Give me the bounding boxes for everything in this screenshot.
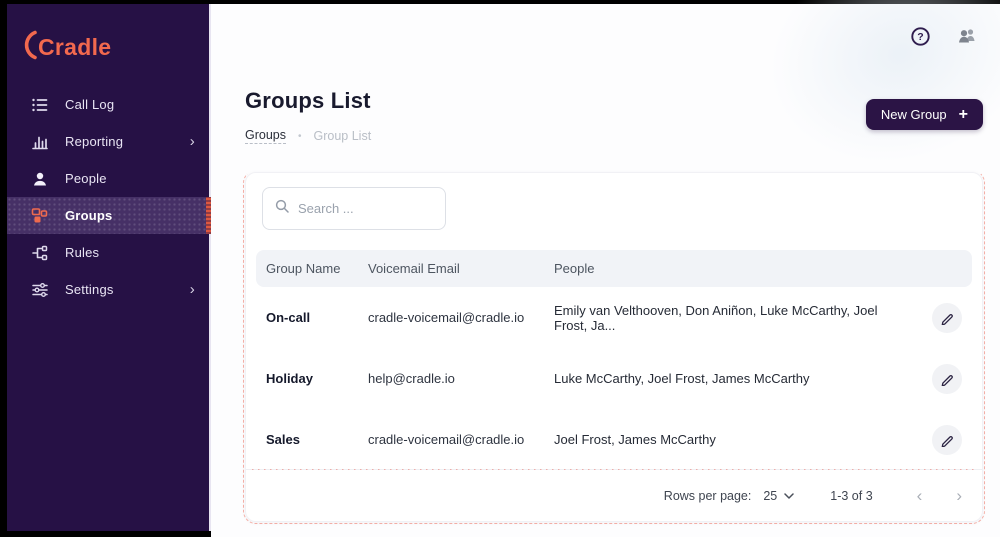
- next-page-button[interactable]: ›: [954, 487, 964, 504]
- table-row: On-call cradle-voicemail@cradle.io Emily…: [256, 287, 972, 348]
- rows-per-page-label: Rows per page:: [664, 489, 752, 503]
- sidebar-item-label: People: [65, 171, 107, 186]
- sidebar-item-label: Settings: [65, 282, 114, 297]
- groups-icon: [30, 206, 49, 225]
- breadcrumb-group-list: Group List: [314, 129, 372, 143]
- sidebar-item-people[interactable]: People: [7, 160, 209, 197]
- rows-per-page-select[interactable]: 25: [763, 489, 794, 503]
- column-header-group-name: Group Name: [266, 261, 354, 276]
- groups-card: Group Name Voicemail Email People On-cal…: [245, 172, 983, 522]
- pagination-bar: Rows per page: 25 1-3 of 3 ‹ ›: [246, 469, 982, 521]
- table-row: Holiday help@cradle.io Luke McCarthy, Jo…: [256, 348, 972, 409]
- pencil-icon: [940, 433, 954, 447]
- column-header-people: People: [554, 261, 908, 276]
- voicemail-email: help@cradle.io: [368, 371, 540, 386]
- sidebar-item-label: Rules: [65, 245, 99, 260]
- page-head: Groups List Groups • Group List: [245, 88, 371, 144]
- chevron-right-icon: ›: [190, 134, 195, 149]
- brand-logo[interactable]: Cradle: [7, 4, 209, 70]
- call-log-icon: [30, 95, 49, 114]
- edit-group-button[interactable]: [932, 364, 962, 394]
- sidebar-item-rules[interactable]: Rules: [7, 234, 209, 271]
- group-name: Holiday: [266, 371, 354, 386]
- sidebar-item-groups[interactable]: Groups: [7, 197, 209, 234]
- plus-icon: +: [959, 106, 968, 124]
- app-window: Cradle Call Log: [7, 4, 1000, 537]
- breadcrumb-separator: •: [298, 131, 302, 142]
- rows-per-page-value: 25: [763, 489, 777, 503]
- help-icon[interactable]: ?: [909, 25, 931, 47]
- topbar: ?: [909, 25, 978, 47]
- search-box[interactable]: [262, 187, 446, 230]
- sidebar: Cradle Call Log: [7, 4, 211, 531]
- voicemail-email: cradle-voicemail@cradle.io: [368, 310, 540, 325]
- pager: ‹ ›: [915, 487, 964, 504]
- breadcrumb-groups[interactable]: Groups: [245, 128, 286, 144]
- pencil-icon: [940, 311, 954, 325]
- pagination-range: 1-3 of 3: [830, 489, 872, 503]
- sidebar-column: Cradle Call Log: [7, 4, 211, 537]
- column-header-voicemail-email: Voicemail Email: [368, 261, 540, 276]
- breadcrumb: Groups • Group List: [245, 128, 371, 144]
- people-list: Emily van Velthooven, Don Aniñon, Luke M…: [554, 303, 908, 333]
- people-icon: [30, 169, 49, 188]
- settings-icon: [30, 280, 49, 299]
- svg-text:?: ?: [917, 31, 923, 43]
- voicemail-email: cradle-voicemail@cradle.io: [368, 432, 540, 447]
- chevron-down-icon: [784, 493, 794, 499]
- new-group-button[interactable]: New Group +: [866, 99, 983, 130]
- rules-icon: [30, 243, 49, 262]
- main-content: ? Groups List Groups • Group List Ne: [211, 4, 1000, 537]
- sidebar-item-label: Groups: [65, 208, 112, 223]
- search-icon: [275, 199, 289, 218]
- new-group-label: New Group: [881, 107, 947, 122]
- search-input[interactable]: [298, 201, 433, 216]
- previous-page-button[interactable]: ‹: [915, 487, 925, 504]
- sidebar-nav: Call Log Reporting ›: [7, 86, 209, 308]
- group-name: Sales: [266, 432, 354, 447]
- edit-group-button[interactable]: [932, 303, 962, 333]
- group-name: On-call: [266, 310, 354, 325]
- sidebar-item-call-log[interactable]: Call Log: [7, 86, 209, 123]
- reporting-icon: [30, 132, 49, 151]
- brand-name: Cradle: [38, 34, 111, 61]
- users-icon[interactable]: [956, 25, 978, 47]
- pencil-icon: [940, 372, 954, 386]
- sidebar-item-reporting[interactable]: Reporting ›: [7, 123, 209, 160]
- sidebar-item-settings[interactable]: Settings ›: [7, 271, 209, 308]
- table-row: Sales cradle-voicemail@cradle.io Joel Fr…: [256, 409, 972, 470]
- table-header: Group Name Voicemail Email People: [256, 250, 972, 287]
- people-list: Joel Frost, James McCarthy: [554, 432, 908, 447]
- sidebar-item-label: Call Log: [65, 97, 114, 112]
- sidebar-item-label: Reporting: [65, 134, 123, 149]
- people-list: Luke McCarthy, Joel Frost, James McCarth…: [554, 371, 908, 386]
- chevron-right-icon: ›: [190, 282, 195, 297]
- cradle-arc-icon: [22, 29, 37, 66]
- edit-group-button[interactable]: [932, 425, 962, 455]
- page-title: Groups List: [245, 88, 371, 114]
